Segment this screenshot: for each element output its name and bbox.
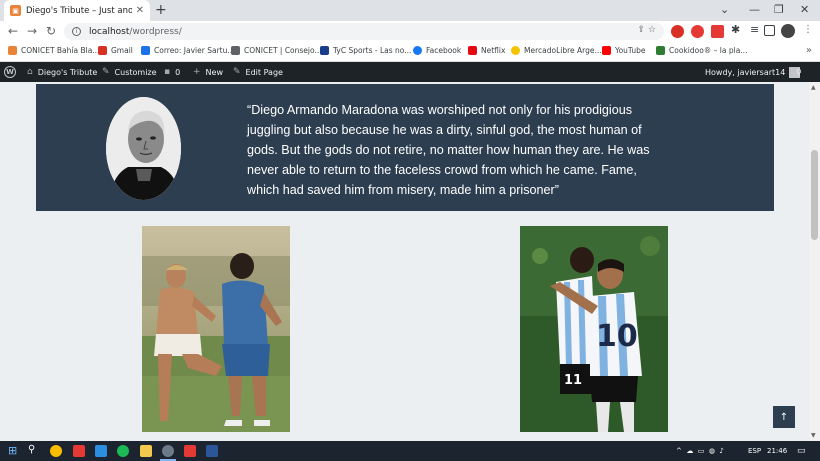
account-menu[interactable]: Howdy, javiersart14 — [705, 62, 801, 82]
address-bar[interactable]: i localhost/wordpress/ ⇪ ☆ — [64, 23, 664, 40]
brush-icon: ✎ — [102, 67, 110, 77]
scroll-down-arrow-icon[interactable]: ▼ — [811, 432, 816, 439]
customize-link[interactable]: ✎ Customize — [102, 62, 157, 82]
bookmark-favicon-icon — [8, 46, 17, 55]
bookmark-item[interactable]: TyC Sports - Las no... — [320, 46, 411, 55]
windows-start-icon[interactable]: ⊞ — [8, 444, 20, 457]
author-portrait — [106, 97, 181, 200]
arrow-up-icon: ↑ — [779, 411, 789, 423]
tab-search-icon[interactable]: ⌄ — [720, 3, 729, 16]
opera-icon[interactable] — [184, 445, 196, 457]
plus-icon: + — [193, 67, 201, 77]
bookmark-item[interactable]: Gmail — [98, 46, 133, 55]
conicet-icon — [231, 46, 240, 55]
photo-training — [142, 226, 290, 432]
scroll-up-arrow-icon[interactable]: ▲ — [811, 84, 816, 91]
vscode-icon[interactable] — [95, 445, 107, 457]
edit-page-link[interactable]: ✎ Edit Page — [233, 62, 283, 82]
restore-icon[interactable]: ❐ — [774, 3, 784, 16]
quote-section: “Diego Armando Maradona was worshiped no… — [36, 84, 774, 211]
site-name-link[interactable]: ⌂ Diego's Tribute — [27, 62, 97, 82]
word-icon[interactable] — [206, 445, 218, 457]
facebook-icon — [413, 46, 422, 55]
bookmark-item[interactable]: MercadoLibre Arge... — [511, 46, 602, 55]
comments-link[interactable]: ▪ 0 — [164, 62, 180, 82]
reload-icon[interactable]: ↻ — [46, 24, 56, 38]
home-icon: ⌂ — [27, 67, 33, 77]
wp-admin-bar: W ⌂ Diego's Tribute ✎ Customize ▪ 0 + New ✎ E… — [0, 62, 820, 82]
wp-logo-button[interactable]: W — [4, 62, 16, 82]
window-close-icon[interactable]: ✕ — [800, 3, 809, 16]
site-info-icon[interactable]: i — [72, 27, 81, 36]
search-icon[interactable]: ⚲ — [796, 62, 802, 82]
chrome-active-icon[interactable] — [162, 445, 174, 457]
new-content-link[interactable]: + New — [193, 62, 223, 82]
tyc-icon — [320, 46, 329, 55]
gmail-icon — [98, 46, 107, 55]
browser-tab-strip: ▣ Diego's Tribute – Just another W ✕ + ⌄… — [0, 0, 820, 21]
system-tray-icons[interactable]: ^ ☁ ▭ ◍ ♪ — [676, 441, 724, 461]
extension-vivaldi-icon[interactable] — [711, 25, 724, 38]
bookmark-item[interactable]: Facebook — [413, 46, 461, 55]
bookmark-item[interactable]: Correo: Javier Sartu... — [141, 46, 235, 55]
side-panel-icon[interactable] — [764, 25, 775, 36]
extension-opera-icon[interactable] — [671, 25, 684, 38]
site-favicon-icon: ▣ — [10, 5, 21, 16]
extension-adblock-icon[interactable] — [691, 25, 704, 38]
page-viewport: “Diego Armando Maradona was worshiped no… — [0, 82, 809, 441]
quote-text: “Diego Armando Maradona was worshiped no… — [247, 103, 650, 197]
outlook-icon — [141, 46, 150, 55]
vivaldi-icon[interactable] — [73, 445, 85, 457]
jersey-number: 10 — [596, 319, 638, 354]
scrollbar-thumb[interactable] — [811, 150, 818, 240]
file-explorer-icon[interactable] — [140, 445, 152, 457]
forward-icon[interactable]: → — [27, 24, 37, 38]
browser-tab[interactable]: ▣ Diego's Tribute – Just another W ✕ — [4, 0, 150, 21]
language-indicator[interactable]: ESP — [748, 441, 761, 461]
minimize-icon[interactable]: — — [749, 3, 760, 16]
bookmarks-bar: CONICET Bahía Bla... Gmail Correo: Javie… — [0, 42, 820, 62]
bookmark-item[interactable]: YouTube — [602, 46, 646, 55]
browser-toolbar: ← → ↻ i localhost/wordpress/ ⇪ ☆ ✱ ≡ ⋮ — [0, 21, 820, 42]
shorts-number: 11 — [564, 373, 582, 388]
page-scrollbar[interactable]: ▲ ▼ — [809, 82, 820, 441]
pencil-icon: ✎ — [233, 67, 241, 77]
profile-avatar[interactable] — [781, 24, 795, 38]
tab-title: Diego's Tribute – Just another W — [26, 5, 132, 16]
search-icon[interactable]: ⚲ — [28, 444, 40, 456]
more-bookmarks-icon[interactable]: » — [806, 45, 812, 56]
chrome-icon[interactable] — [50, 445, 62, 457]
windows-taskbar: ⊞ ⚲ ^ ☁ ▭ ◍ ♪ ESP 21:46 ▭ — [0, 441, 820, 461]
bookmark-item[interactable]: CONICET Bahía Bla... — [8, 46, 99, 55]
new-tab-icon[interactable]: + — [155, 3, 167, 17]
close-icon[interactable]: ✕ — [136, 5, 144, 16]
cookidoo-icon — [656, 46, 665, 55]
notifications-icon[interactable]: ▭ — [797, 441, 806, 461]
menu-kebab-icon[interactable]: ⋮ — [803, 24, 813, 35]
youtube-icon — [602, 46, 611, 55]
extensions-puzzle-icon[interactable]: ✱ — [731, 23, 744, 36]
bookmark-item[interactable]: Cookidoo® – la pla... — [656, 46, 747, 55]
wordpress-icon: W — [4, 66, 16, 78]
bookmark-item[interactable]: CONICET | Consejo... — [231, 46, 322, 55]
url-path: /wordpress/ — [129, 26, 182, 37]
url-host: localhost — [89, 26, 130, 37]
reading-list-icon[interactable]: ≡ — [750, 23, 763, 36]
mercadolibre-icon — [511, 46, 520, 55]
bookmark-star-icon[interactable]: ⇪ ☆ — [638, 25, 656, 35]
netflix-icon — [468, 46, 477, 55]
clock[interactable]: 21:46 — [767, 441, 787, 461]
back-icon[interactable]: ← — [8, 24, 18, 38]
spotify-icon[interactable] — [117, 445, 129, 457]
photo-celebration: 11 10 — [520, 226, 668, 432]
bookmark-item[interactable]: Netflix — [468, 46, 505, 55]
comment-icon: ▪ — [164, 67, 171, 77]
scroll-to-top-button[interactable]: ↑ — [773, 406, 795, 428]
